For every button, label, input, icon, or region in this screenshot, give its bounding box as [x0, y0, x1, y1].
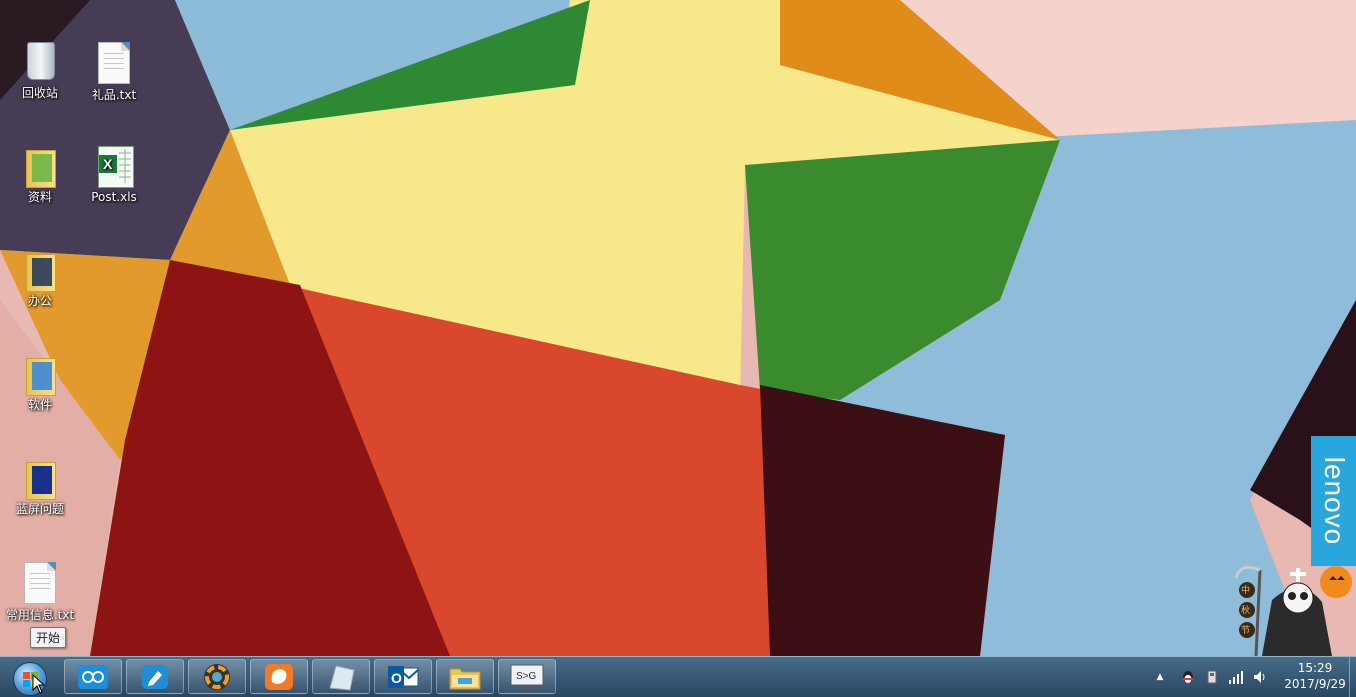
volume-icon[interactable]: [1252, 669, 1268, 685]
desktop-icon-folder-bangong[interactable]: 办公: [2, 248, 78, 308]
glass-icon: [329, 664, 355, 691]
text-file-icon: [24, 562, 56, 604]
cloud-icon: [78, 664, 108, 689]
mouse-cursor-icon: [32, 674, 46, 694]
desktop-icon-label: 回收站: [21, 86, 58, 100]
desktop-icon-folder-ruanjian[interactable]: 软件: [2, 352, 78, 412]
excel-file-icon: X: [98, 146, 134, 188]
show-hidden-icons-button[interactable]: ▲: [1152, 669, 1168, 685]
monitor-icon: S>G: [510, 664, 544, 689]
desktop-icon-info-txt[interactable]: 常用信息.txt: [2, 562, 78, 622]
desktop-icon-label: 蓝屏问题: [15, 502, 64, 516]
desktop-icon-post-xls[interactable]: X Post.xls: [76, 144, 152, 204]
network-signal-icon[interactable]: [1228, 669, 1244, 685]
taskbar: O S>G ▲ 15:29 2017/9/29: [0, 656, 1356, 697]
system-tray: ▲ 15:29 2017/9/29: [1156, 657, 1356, 697]
lenovo-logo-text: lenovo: [1318, 456, 1350, 546]
taskbar-baidu-netdisk[interactable]: [64, 659, 122, 694]
desktop-icon-folder-lanping[interactable]: 蓝屏问题: [2, 456, 78, 516]
desktop-icon-label: Post.xls: [91, 190, 137, 204]
outlook-letter: O: [391, 670, 402, 686]
clock-time: 15:29: [1297, 661, 1333, 675]
taskbar-file-explorer[interactable]: [436, 659, 494, 694]
qq-penguin-icon[interactable]: [1180, 669, 1196, 685]
remote-desktop-text: S>G: [516, 671, 537, 682]
desktop-icon-label: 常用信息.txt: [5, 608, 75, 622]
desktop-icon-gift-txt[interactable]: 礼品.txt: [76, 42, 152, 102]
mascot-char: 中: [1241, 586, 1251, 596]
desktop-icon-label: 办公: [27, 294, 52, 308]
taskbar-glass-app[interactable]: [312, 659, 370, 694]
taskbar-sticky-notes[interactable]: [126, 659, 184, 694]
desktop-icon-folder-ziliao[interactable]: 资料: [2, 144, 78, 204]
clock-date: 2017/9/29: [1284, 677, 1346, 691]
halloween-mascot-icon: [1234, 565, 1352, 656]
clock[interactable]: 15:29 2017/9/29: [1280, 660, 1350, 692]
mascot-char: 秋: [1241, 606, 1251, 616]
taskbar-remote-desktop[interactable]: S>G: [498, 659, 556, 694]
color-wheel-icon: [204, 663, 230, 690]
desktop-icon-label: 资料: [27, 190, 52, 204]
usb-device-icon[interactable]: [1204, 669, 1220, 685]
svg-text:X: X: [103, 156, 113, 172]
desktop-icon-label: 礼品.txt: [91, 88, 137, 102]
show-desktop-button[interactable]: [1349, 657, 1356, 697]
mascot-char: 节: [1241, 626, 1251, 636]
outlook-icon: O: [388, 665, 419, 688]
desktop-icon-label: 软件: [27, 398, 52, 412]
folder-icon: [449, 668, 481, 689]
lenovo-badge: lenovo: [1311, 436, 1356, 566]
wallpaper: [0, 0, 1356, 656]
start-button[interactable]: [6, 658, 54, 696]
taskbar-outlook[interactable]: O: [374, 659, 432, 694]
recycle-bin-icon: [27, 42, 55, 80]
squirrel-icon: [265, 663, 293, 690]
start-tooltip: 开始: [30, 627, 67, 648]
desktop[interactable]: 回收站 礼品.txt 资料 X Post.xls 办公 软件 蓝屏问题 常用信息…: [0, 0, 1356, 656]
taskbar-uc-browser[interactable]: [250, 659, 308, 694]
pencil-icon: [142, 664, 168, 689]
taskbar-color-app[interactable]: [188, 659, 246, 694]
text-file-icon: [98, 42, 130, 84]
desktop-icon-recycle-bin[interactable]: 回收站: [2, 40, 78, 100]
